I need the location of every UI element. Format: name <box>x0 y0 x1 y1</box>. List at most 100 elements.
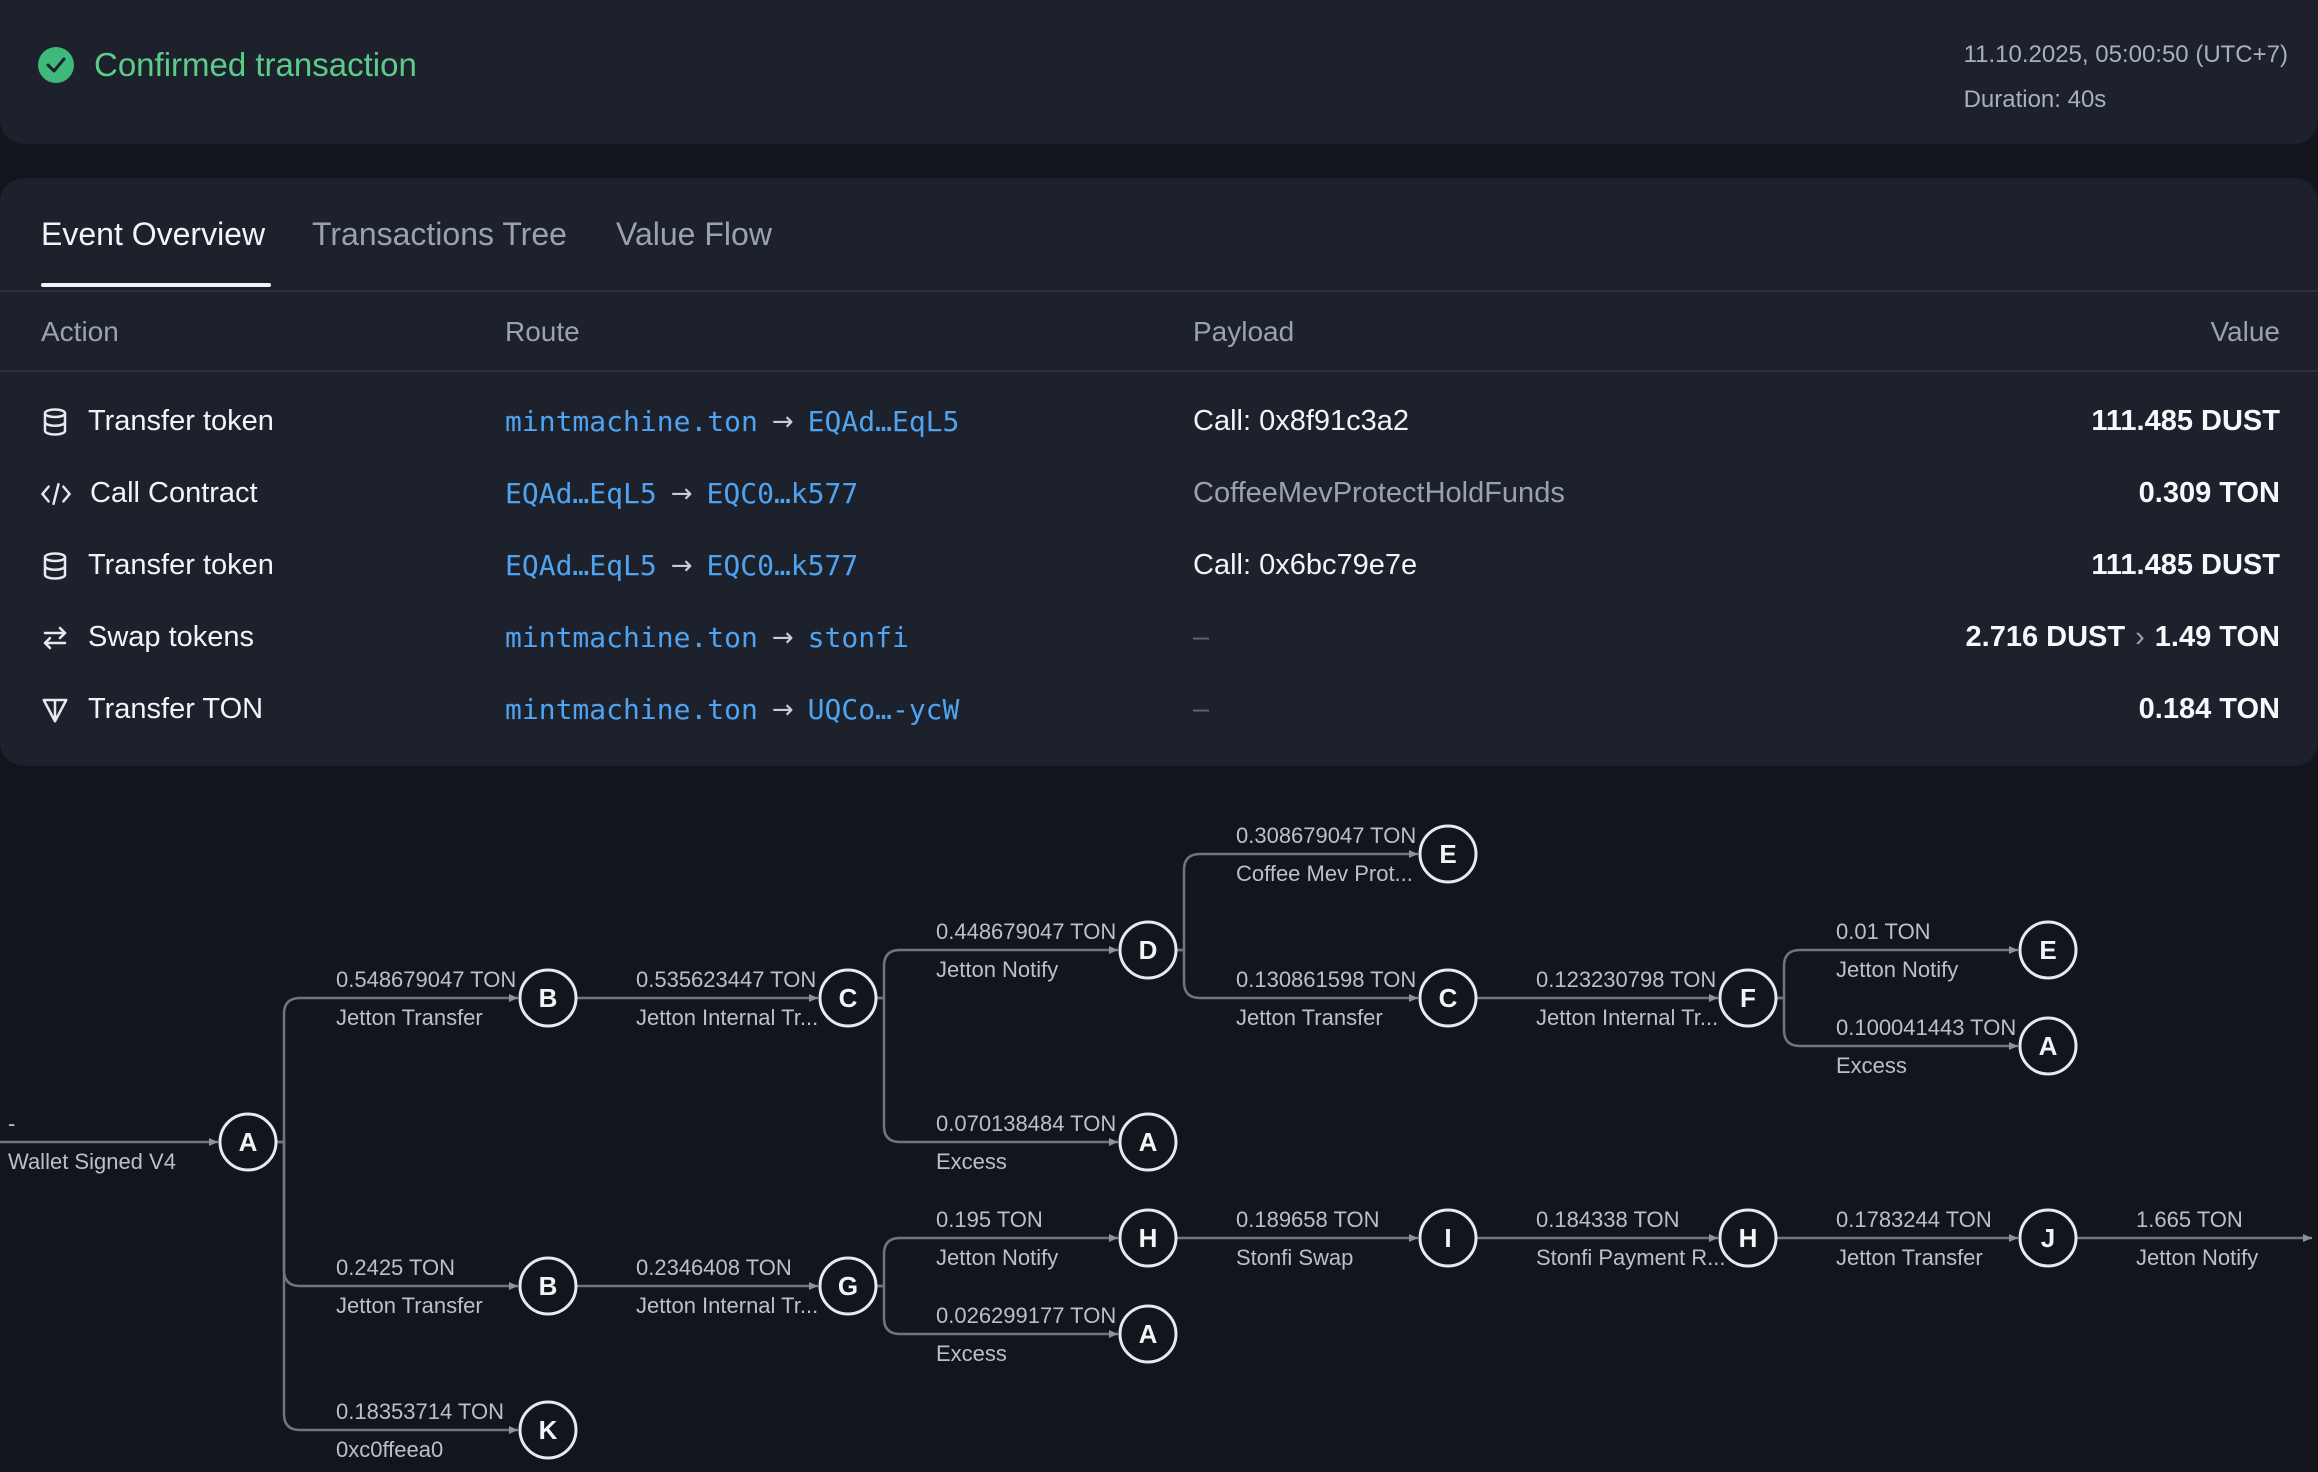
tree-node-b[interactable]: B <box>518 968 578 1028</box>
table-row[interactable]: Transfer token EQAd…EqL5 → EQC0…k577 Cal… <box>0 533 2318 605</box>
event-panel: Event Overview Transactions Tree Value F… <box>0 178 2318 766</box>
tree-node-a[interactable]: A <box>1118 1304 1178 1364</box>
edge-label: Jetton Internal Tr... <box>1536 1005 1718 1030</box>
route-from-link[interactable]: mintmachine.ton <box>505 405 758 438</box>
route-from-link[interactable]: EQAd…EqL5 <box>505 477 657 510</box>
route-to-link[interactable]: EQAd…EqL5 <box>808 405 960 438</box>
tree-node-h[interactable]: H <box>1718 1208 1778 1268</box>
arrow-right-icon: → <box>670 478 693 509</box>
route-to-link[interactable]: EQC0…k577 <box>707 549 859 582</box>
swap-value-to: 1.49 TON <box>2154 621 2280 653</box>
check-circle-icon <box>38 47 74 83</box>
status-text: Confirmed transaction <box>94 46 417 83</box>
tree-node-g[interactable]: G <box>818 1256 878 1316</box>
action-cell: Transfer token <box>40 405 274 438</box>
transaction-meta: 11.10.2025, 05:00:50 (UTC+7) Duration: 4… <box>1964 32 2288 122</box>
edge-label: Excess <box>936 1341 1007 1366</box>
col-route: Route <box>505 316 580 347</box>
active-tab-indicator <box>41 283 271 287</box>
database-icon <box>43 407 67 436</box>
tree-node-c[interactable]: C <box>1418 968 1478 1028</box>
tree-node-letter: K <box>539 1415 558 1445</box>
tab-value-flow[interactable]: Value Flow <box>616 216 772 253</box>
tree-node-letter: F <box>1740 983 1756 1013</box>
tree-node-letter: A <box>2039 1031 2058 1061</box>
value-cell: 111.485 DUST <box>2091 405 2280 437</box>
tree-node-k[interactable]: K <box>518 1400 578 1460</box>
tree-node-c[interactable]: C <box>818 968 878 1028</box>
edge-amount: 0.070138484 TON <box>936 1111 1116 1136</box>
value-cell: 0.309 TON <box>2138 477 2280 509</box>
tree-node-h[interactable]: H <box>1118 1208 1178 1268</box>
col-value: Value <box>2210 316 2280 347</box>
tab-transactions-tree[interactable]: Transactions Tree <box>312 216 567 253</box>
transaction-datetime: 11.10.2025, 05:00:50 (UTC+7) <box>1963 41 2288 68</box>
tree-node-letter: G <box>838 1271 858 1301</box>
route-from-link[interactable]: mintmachine.ton <box>505 693 758 726</box>
edge-label: Jetton Internal Tr... <box>636 1005 818 1030</box>
tree-node-letter: C <box>1439 983 1458 1013</box>
value-cell: 2.716 DUST › 1.49 TON <box>1966 621 2280 654</box>
route-cell: mintmachine.ton → UQCo…-ycW <box>505 693 959 726</box>
edge-label: Excess <box>936 1149 1007 1174</box>
route-from-link[interactable]: EQAd…EqL5 <box>505 549 657 582</box>
tree-node-letter: J <box>2041 1223 2055 1253</box>
col-action: Action <box>41 316 119 347</box>
code-icon <box>40 482 72 505</box>
tree-node-f[interactable]: F <box>1718 968 1778 1028</box>
tree-node-b[interactable]: B <box>518 1256 578 1316</box>
edge-label: Jetton Notify <box>936 1245 1058 1270</box>
tree-node-letter: E <box>1439 839 1456 869</box>
tab-event-overview[interactable]: Event Overview <box>41 216 265 253</box>
edge-amount: 1.665 TON <box>2136 1207 2243 1232</box>
swap-value-from: 2.716 DUST <box>1965 621 2126 653</box>
edge-amount: 0.184338 TON <box>1536 1207 1680 1232</box>
table-row[interactable]: Swap tokens mintmachine.ton → stonfi – 2… <box>0 605 2318 677</box>
route-cell: mintmachine.ton → stonfi <box>505 621 909 654</box>
tree-node-i[interactable]: I <box>1418 1208 1478 1268</box>
payload-cell: – <box>1193 693 1210 725</box>
route-from-link[interactable]: mintmachine.ton <box>505 621 758 654</box>
tree-node-letter: A <box>1139 1319 1158 1349</box>
edge-amount: 0.548679047 TON <box>336 967 516 992</box>
action-label: Transfer TON <box>88 693 264 725</box>
col-payload: Payload <box>1193 316 1295 347</box>
tree-node-letter: C <box>839 983 858 1013</box>
tree-node-e[interactable]: E <box>2018 920 2078 980</box>
arrow-right-icon: → <box>771 694 794 725</box>
edge-amount: 0.026299177 TON <box>936 1303 1116 1328</box>
route-to-link[interactable]: stonfi <box>808 621 909 654</box>
value-cell: 111.485 DUST <box>2091 549 2280 581</box>
tree-node-letter: A <box>1139 1127 1158 1157</box>
table-row[interactable]: Transfer token mintmachine.ton → EQAd…Eq… <box>0 389 2318 461</box>
tab-bar: Event Overview Transactions Tree Value F… <box>0 178 2318 292</box>
tree-node-d[interactable]: D <box>1118 920 1178 980</box>
table-row[interactable]: Transfer TON mintmachine.ton → UQCo…-ycW… <box>0 677 2318 749</box>
table-row[interactable]: Call Contract EQAd…EqL5 → EQC0…k577 Coff… <box>0 461 2318 533</box>
payload-cell: CoffeeMevProtectHoldFunds <box>1193 477 1565 509</box>
database-icon <box>43 551 67 580</box>
route-to-link[interactable]: EQC0…k577 <box>707 477 859 510</box>
edge-label: Jetton Transfer <box>336 1293 483 1318</box>
tree-node-e[interactable]: E <box>1418 824 1478 884</box>
action-cell: Swap tokens <box>40 621 254 654</box>
edge-label: Jetton Transfer <box>1836 1245 1983 1270</box>
route-to-link[interactable]: UQCo…-ycW <box>808 693 960 726</box>
tree-node-a[interactable]: A <box>218 1112 278 1172</box>
tree-node-letter: B <box>539 983 558 1013</box>
tree-node-a[interactable]: A <box>1118 1112 1178 1172</box>
tree-node-a[interactable]: A <box>2018 1016 2078 1076</box>
edge-label: Jetton Notify <box>1836 957 1958 982</box>
edge-amount: 0.189658 TON <box>1236 1207 1380 1232</box>
tree-node-j[interactable]: J <box>2018 1208 2078 1268</box>
route-cell: mintmachine.ton → EQAd…EqL5 <box>505 405 959 438</box>
edge-label: Jetton Internal Tr... <box>636 1293 818 1318</box>
edge-label: Jetton Notify <box>2136 1245 2258 1270</box>
edge-amount: 0.2425 TON <box>336 1255 455 1280</box>
edge-amount: 0.535623447 TON <box>636 967 816 992</box>
arrow-right-icon: → <box>771 622 794 653</box>
edge-label: Jetton Transfer <box>336 1005 483 1030</box>
edge-amount: 0.130861598 TON <box>1236 967 1416 992</box>
edge-label: 0xc0ffeea0 <box>336 1437 443 1462</box>
action-label: Swap tokens <box>88 621 255 653</box>
